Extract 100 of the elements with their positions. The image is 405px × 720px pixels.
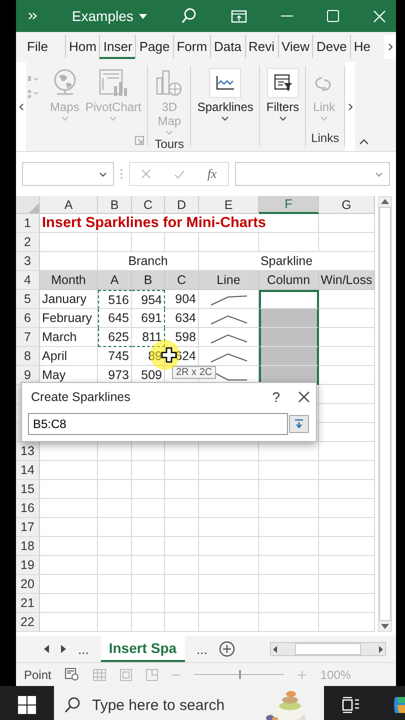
more-sheets[interactable]: ... [196, 642, 208, 656]
table-cell [165, 480, 199, 499]
table-cell [199, 594, 259, 613]
pivot-chart-icon [98, 68, 128, 98]
scroll-thumb[interactable] [295, 643, 361, 655]
table-cell [319, 404, 375, 423]
table-cell: Month [40, 271, 98, 290]
group-label: Links [311, 131, 340, 145]
table-cell [199, 461, 259, 480]
table-cell [319, 461, 375, 480]
row-header: 5 [16, 290, 40, 309]
column-header[interactable]: C [132, 196, 165, 214]
column-header[interactable]: B [98, 196, 132, 214]
scroll-right-icon[interactable] [384, 35, 396, 59]
horizontal-scrollbar[interactable] [270, 642, 386, 656]
table-cell [165, 537, 199, 556]
table-cell [132, 518, 165, 537]
sheet-tab[interactable]: Insert Spa [100, 636, 185, 662]
row-header: 8 [16, 347, 40, 366]
ribbon-tab[interactable]: Page [135, 35, 173, 59]
range-field[interactable]: B5:C8 [28, 413, 288, 435]
table-cell [132, 575, 165, 594]
windows-icon[interactable] [18, 696, 36, 714]
table-cell [40, 461, 98, 480]
minimize-icon[interactable] [281, 15, 294, 17]
maximize-icon[interactable] [327, 10, 340, 22]
ribbon-tab[interactable]: He [350, 35, 374, 59]
more-sheets[interactable]: ... [78, 642, 89, 656]
table-cell [319, 499, 375, 518]
table-cell: Column [259, 271, 319, 290]
chevron-icon[interactable] [28, 12, 38, 20]
ribbon-tab[interactable]: Data [210, 35, 244, 59]
tooltip: 2R x 2C [172, 366, 216, 379]
table-cell [319, 537, 375, 556]
table-cell [132, 537, 165, 556]
ribbon-tab[interactable]: Deve [312, 35, 350, 59]
table-cell [199, 233, 259, 252]
add-sheet-icon[interactable] [219, 641, 236, 657]
table-cell [319, 594, 375, 613]
row-header: 22 [16, 613, 40, 632]
check-icon[interactable] [174, 170, 185, 178]
table-cell [132, 461, 165, 480]
previous-sheet-icon[interactable] [44, 645, 49, 653]
ribbon-tab[interactable]: View [278, 35, 312, 59]
column-header[interactable]: D [165, 196, 199, 214]
table-cell [165, 518, 199, 537]
scroll-left-icon[interactable] [273, 646, 277, 652]
ribbon-button[interactable]: Filters [265, 66, 300, 131]
row-header: 18 [16, 537, 40, 556]
ribbon-button[interactable]: Sparklines [196, 66, 254, 131]
table-cell: January [40, 290, 98, 309]
app-icon[interactable] [393, 695, 405, 715]
caret-icon [109, 116, 118, 121]
ribbon-tab[interactable]: Form [172, 35, 210, 59]
caret-icon [60, 116, 69, 121]
column-header[interactable]: G [319, 196, 375, 214]
caret-icon [221, 116, 230, 121]
caret-icon [99, 172, 107, 176]
vertical-scrollbar[interactable] [378, 196, 392, 632]
scroll-down-icon[interactable] [381, 624, 389, 629]
ribbon-tab[interactable]: Revi [244, 35, 278, 59]
search-icon[interactable] [181, 8, 198, 24]
table-cell: 904 [165, 290, 199, 309]
ribbon-display-icon[interactable] [231, 10, 248, 22]
task-view-icon[interactable] [342, 697, 360, 713]
table-cell [165, 556, 199, 575]
table-cell [165, 594, 199, 613]
insert-function-button[interactable]: fx [207, 166, 217, 182]
table-cell [319, 556, 375, 575]
column-header[interactable]: A [40, 196, 98, 214]
collapse-icon[interactable] [359, 139, 370, 145]
formula-input[interactable] [235, 162, 390, 186]
table-cell [40, 575, 98, 594]
table-cell: 634 [165, 309, 199, 328]
search-bar[interactable]: Type here to search [54, 686, 324, 720]
table-cell [319, 309, 375, 328]
table-cell [132, 499, 165, 518]
next-sheet-icon[interactable] [61, 645, 66, 653]
table-cell: April [40, 347, 98, 366]
macro-record-icon[interactable] [65, 668, 80, 681]
table-cell: C [165, 271, 199, 290]
scroll-thumb[interactable] [379, 207, 391, 621]
column-header[interactable]: E [199, 196, 259, 214]
caret-icon [375, 172, 383, 176]
ribbon-tab[interactable]: Inser [99, 35, 136, 59]
ribbon-tab[interactable]: File [24, 35, 51, 59]
column-header[interactable]: F [259, 196, 319, 214]
table-cell [319, 442, 375, 461]
row-header: 4 [16, 271, 40, 290]
scroll-up-icon[interactable] [381, 199, 389, 204]
ribbon-tab[interactable]: Hom [64, 35, 100, 59]
table-cell [165, 613, 199, 632]
table-cell [40, 594, 98, 613]
close-icon[interactable] [298, 391, 310, 403]
collapse-dialog-button[interactable] [289, 415, 309, 433]
table-cell [40, 480, 98, 499]
help-button[interactable]: ? [262, 389, 290, 405]
table-cell [199, 537, 259, 556]
caret-icon[interactable] [139, 14, 148, 18]
scroll-right-icon[interactable] [379, 646, 383, 652]
